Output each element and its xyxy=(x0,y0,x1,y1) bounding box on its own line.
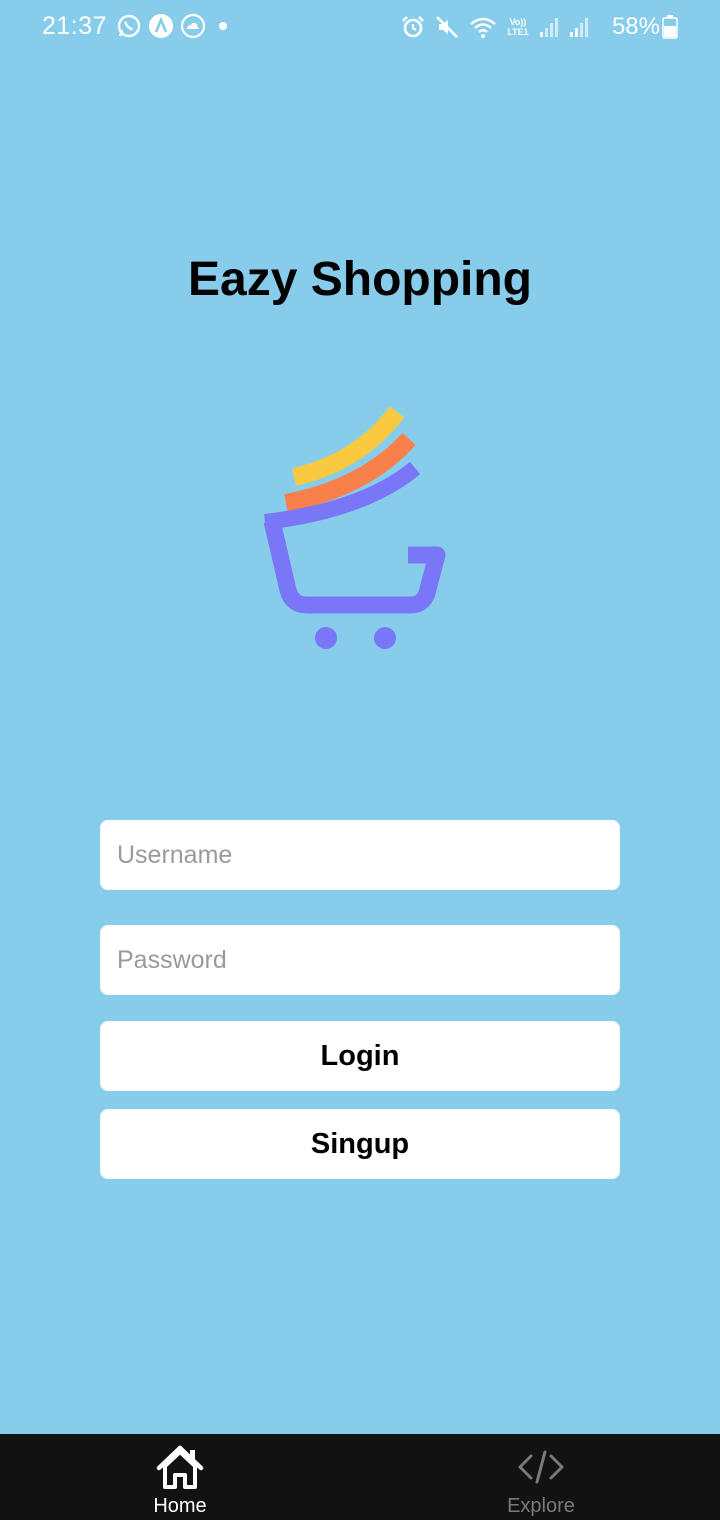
password-input[interactable] xyxy=(100,925,620,995)
logo-cart-wheel-right xyxy=(374,627,396,649)
logo-cart-body xyxy=(263,519,446,614)
app-title: Eazy Shopping xyxy=(187,253,532,306)
status-right-icons: Vo)) LTE1 xyxy=(400,14,590,40)
wifi-icon xyxy=(470,17,496,38)
status-bar: 21:37 Vo)) LTE1 58% xyxy=(0,0,720,56)
nav-item-explore[interactable]: Explore xyxy=(441,1434,641,1520)
bottom-nav: Home Explore xyxy=(0,1434,720,1520)
nav-label-explore: Explore xyxy=(507,1495,575,1517)
username-input[interactable] xyxy=(100,820,620,890)
status-time: 21:37 xyxy=(42,12,108,40)
status-left-icons xyxy=(116,13,234,39)
cloud-icon xyxy=(180,13,206,39)
dot-icon xyxy=(219,22,227,30)
nav-item-home[interactable]: Home xyxy=(80,1434,280,1520)
app-a-icon xyxy=(149,14,173,38)
battery-percent: 58% xyxy=(611,13,660,40)
signal-icon xyxy=(570,18,588,37)
home-icon xyxy=(156,1445,204,1489)
whatsapp-icon xyxy=(117,14,141,38)
alarm-icon xyxy=(402,16,424,38)
login-button[interactable]: Login xyxy=(100,1021,620,1091)
battery-icon xyxy=(662,15,678,39)
code-icon xyxy=(518,1450,564,1484)
network-label: Vo)) LTE1 xyxy=(507,17,529,37)
nav-label-home: Home xyxy=(153,1495,207,1517)
logo-cart-wheel-left xyxy=(315,627,337,649)
signal-icon xyxy=(540,18,558,37)
cart-logo-icon xyxy=(263,406,446,649)
mute-icon xyxy=(436,16,458,38)
signup-button[interactable]: Singup xyxy=(100,1109,620,1179)
